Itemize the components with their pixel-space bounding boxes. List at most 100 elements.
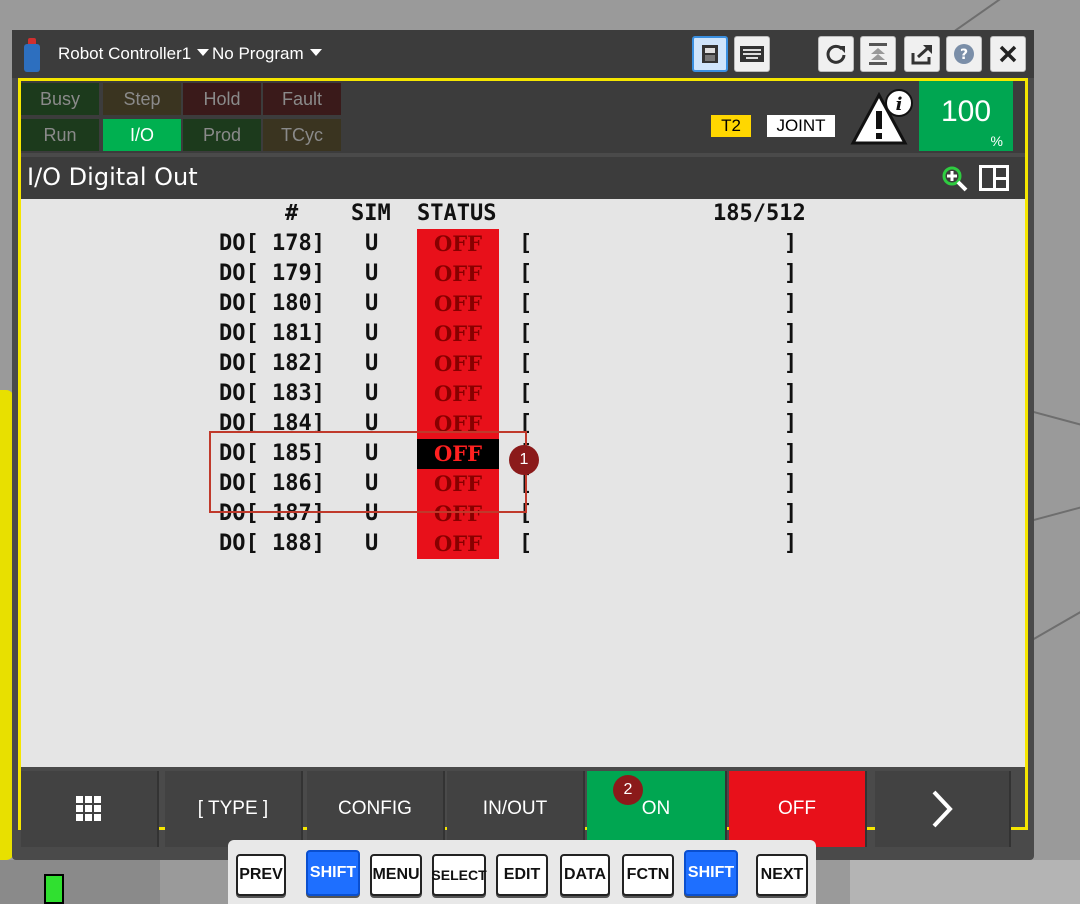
row-name: DO[ 183] — [219, 381, 325, 406]
row-sim: U — [365, 261, 379, 286]
row-name: DO[ 181] — [219, 321, 325, 346]
svg-text:?: ? — [960, 47, 968, 63]
screen-header: I/O Digital Out — [21, 157, 1025, 199]
zoom-in-icon[interactable] — [941, 165, 969, 193]
override-speed[interactable]: 100 % — [919, 81, 1013, 151]
split-view-icon[interactable] — [979, 165, 1009, 191]
table-row[interactable]: DO[ 178] U OFF [ ] — [21, 229, 1025, 259]
prev-key[interactable]: PREV — [236, 854, 286, 896]
table-row[interactable]: DO[ 180] U OFF [ ] — [21, 289, 1025, 319]
row-comment[interactable]: [ ] — [519, 291, 797, 316]
row-comment[interactable]: [ ] — [519, 441, 797, 466]
type-button[interactable]: [ TYPE ] — [165, 771, 303, 847]
coord-joint-badge[interactable]: JOINT — [767, 115, 835, 137]
export-icon — [911, 45, 932, 65]
table-row[interactable]: DO[ 183] U OFF [ ] — [21, 379, 1025, 409]
in-out-button[interactable]: IN/OUT — [447, 771, 585, 847]
override-unit: % — [990, 133, 1003, 149]
row-name: DO[ 188] — [219, 531, 325, 556]
led-io: I/O — [103, 119, 181, 151]
table-row[interactable]: DO[ 179] U OFF [ ] — [21, 259, 1025, 289]
config-button[interactable]: CONFIG — [307, 771, 445, 847]
controller-label: Robot Controller1 — [58, 44, 192, 63]
io-table: # SIM STATUS 185/512 DO[ 178] U OFF [ ] … — [21, 199, 1025, 767]
row-status[interactable]: OFF — [417, 349, 499, 379]
led-busy: Busy — [21, 83, 99, 115]
warning-info-icon[interactable]: i — [849, 87, 915, 147]
row-sim: U — [365, 321, 379, 346]
table-row[interactable]: DO[ 182] U OFF [ ] — [21, 349, 1025, 379]
close-button[interactable] — [990, 36, 1026, 72]
program-label: No Program — [212, 44, 304, 63]
row-sim: U — [365, 381, 379, 406]
row-sim: U — [365, 291, 379, 316]
next-page-button[interactable] — [875, 771, 1011, 847]
caret-down-icon — [309, 49, 322, 56]
row-comment[interactable]: [ ] — [519, 231, 797, 256]
on-button[interactable]: ON — [587, 771, 727, 847]
row-status[interactable]: OFF — [417, 379, 499, 409]
row-status[interactable]: OFF — [417, 319, 499, 349]
row-sim: U — [365, 231, 379, 256]
program-selector[interactable]: No Program — [212, 44, 322, 64]
jog-button[interactable] — [860, 36, 896, 72]
edit-key[interactable]: EDIT — [496, 854, 548, 896]
data-key[interactable]: DATA — [560, 854, 610, 896]
shift-key-left[interactable]: SHIFT — [306, 850, 360, 896]
position-indicator: 185/512 — [713, 201, 806, 226]
led-tcyc: TCyc — [263, 119, 341, 151]
row-comment[interactable]: [ ] — [519, 471, 797, 496]
row-comment[interactable]: [ ] — [519, 531, 797, 556]
keyboard-button[interactable] — [734, 36, 770, 72]
shift-key-right[interactable]: SHIFT — [684, 850, 738, 896]
row-comment[interactable]: [ ] — [519, 411, 797, 436]
help-button[interactable]: ? — [946, 36, 982, 72]
led-fault: Fault — [263, 83, 341, 115]
row-status[interactable]: OFF — [417, 229, 499, 259]
row-status[interactable]: OFF — [417, 529, 499, 559]
caret-down-icon — [197, 49, 210, 56]
keyboard-icon — [740, 46, 764, 62]
table-row[interactable]: DO[ 188] U OFF [ ] — [21, 529, 1025, 559]
title-bar: Robot Controller1 No Program ? — [12, 30, 1034, 78]
controller-selector[interactable]: Robot Controller1 — [58, 44, 210, 64]
pendant-screen-frame: Busy Step Hold Fault Run I/O Prod TCyc T… — [18, 78, 1028, 847]
row-status[interactable]: OFF — [417, 259, 499, 289]
fctn-key[interactable]: FCTN — [622, 854, 674, 896]
teach-pendant-view-icon — [702, 45, 718, 63]
row-name: DO[ 182] — [219, 351, 325, 376]
row-comment[interactable]: [ ] — [519, 261, 797, 286]
menu-grid-button[interactable] — [21, 771, 159, 847]
close-icon — [999, 45, 1017, 63]
jog-icon — [869, 43, 887, 65]
led-prod: Prod — [183, 119, 261, 151]
row-comment[interactable]: [ ] — [519, 381, 797, 406]
next-key[interactable]: NEXT — [756, 854, 808, 896]
step-marker-2: 2 — [613, 775, 643, 805]
help-icon: ? — [954, 44, 974, 64]
row-comment[interactable]: [ ] — [519, 501, 797, 526]
row-comment[interactable]: [ ] — [519, 321, 797, 346]
step-marker-1: 1 — [509, 445, 539, 475]
teach-pendant-view-button[interactable] — [692, 36, 728, 72]
row-status[interactable]: OFF — [417, 289, 499, 319]
row-sim: U — [365, 531, 379, 556]
row-name: DO[ 179] — [219, 261, 325, 286]
off-button[interactable]: OFF — [729, 771, 867, 847]
table-row[interactable]: DO[ 181] U OFF [ ] — [21, 319, 1025, 349]
row-comment[interactable]: [ ] — [519, 351, 797, 376]
function-key-bar: [ TYPE ] CONFIG IN/OUT ON OFF 2 — [21, 771, 1025, 847]
menu-key[interactable]: MENU — [370, 854, 422, 896]
select-key[interactable]: SELECT — [431, 854, 487, 896]
page-title: I/O Digital Out — [27, 163, 198, 191]
export-button[interactable] — [904, 36, 940, 72]
svg-text:i: i — [896, 94, 903, 115]
teach-pendant-window: Robot Controller1 No Program ? Busy Step… — [12, 30, 1034, 860]
refresh-button[interactable] — [818, 36, 854, 72]
col-header-num: # — [285, 201, 299, 226]
chevron-right-icon — [932, 790, 953, 828]
status-panel: Busy Step Hold Fault Run I/O Prod TCyc T… — [21, 81, 1025, 153]
refresh-icon — [826, 44, 846, 64]
col-header-sim: SIM — [351, 201, 391, 226]
led-hold: Hold — [183, 83, 261, 115]
